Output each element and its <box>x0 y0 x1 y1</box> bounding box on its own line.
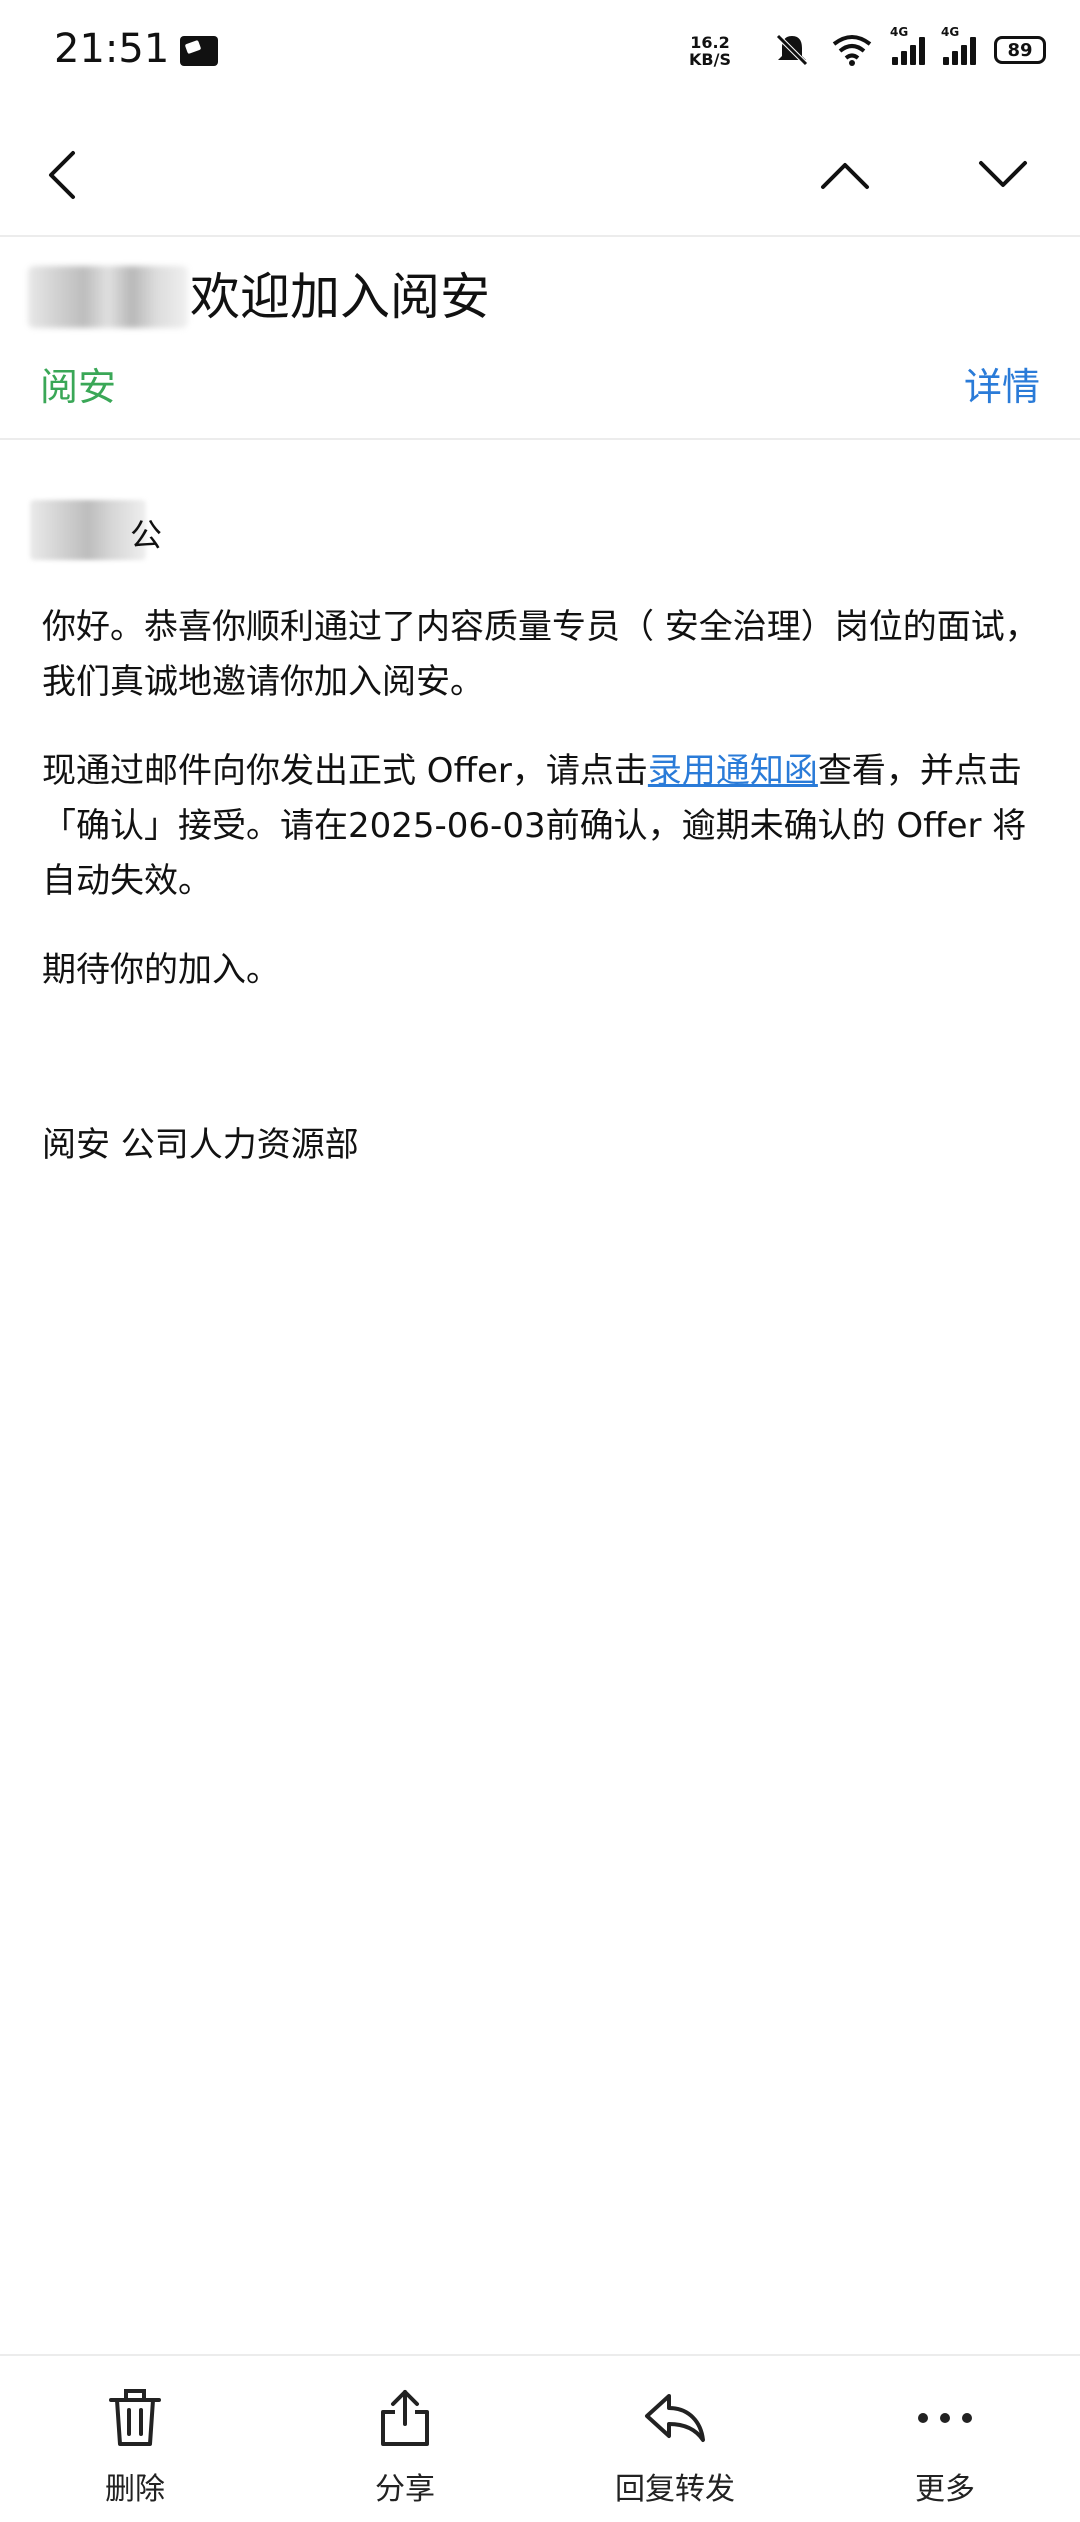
bottom-toolbar: 删除 分享 回复转发 更多 <box>0 2354 1080 2522</box>
share-label: 分享 <box>375 2472 435 2507</box>
redacted-subject-prefix <box>28 266 188 328</box>
network-speed: 16.2 KB/S <box>686 34 734 68</box>
nav-bar <box>0 110 1080 237</box>
redacted-recipient-name <box>30 500 146 560</box>
greeting: 公 <box>30 500 1042 570</box>
share-icon <box>373 2386 437 2450</box>
cellular-signal-icon-2: 4G <box>941 25 976 65</box>
status-bar: 21:51 16.2 KB/S 4G 4G 89 <box>0 0 1080 100</box>
more-button[interactable]: 更多 <box>810 2356 1080 2522</box>
signal-tag: 4G <box>890 25 909 39</box>
paragraph-offer: 现通过邮件向你发出正式 Offer，请点击录用通知函查看，并点击「确认」接受。请… <box>42 744 1042 909</box>
delete-label: 删除 <box>105 2472 165 2507</box>
more-dots-icon <box>913 2386 977 2450</box>
wifi-icon <box>832 35 872 66</box>
greeting-suffix: 公 <box>130 516 163 554</box>
reply-icon <box>643 2386 707 2450</box>
paragraph-closing: 期待你的加入。 <box>42 950 280 990</box>
email-body: 公 你好。恭喜你顺利通过了内容质量专员（ 安全治理）岗位的面试，我们真诚地邀请你… <box>30 500 1042 1207</box>
chevron-down-icon <box>979 161 1027 187</box>
previous-email-button[interactable] <box>810 140 880 210</box>
signal-tag-2: 4G <box>941 25 960 39</box>
reply-forward-label: 回复转发 <box>615 2472 735 2507</box>
details-link[interactable]: 详情 <box>964 356 1040 411</box>
status-time: 21:51 <box>54 26 170 72</box>
gallery-notification-icon <box>180 36 218 66</box>
trash-icon <box>103 2386 167 2450</box>
next-email-button[interactable] <box>968 140 1038 210</box>
status-icons: 4G 4G 89 <box>772 25 1046 70</box>
sender-name[interactable]: 阅安 <box>40 356 116 411</box>
offer-letter-link[interactable]: 录用通知函 <box>648 751 818 791</box>
paragraph-congrats: 你好。恭喜你顺利通过了内容质量专员（ 安全治理）岗位的面试，我们真诚地邀请你加入… <box>42 607 1039 702</box>
chevron-up-icon <box>821 163 869 189</box>
back-button[interactable] <box>28 140 98 210</box>
delete-button[interactable]: 删除 <box>0 2356 270 2522</box>
network-speed-value: 16.2 <box>690 33 730 52</box>
signature: 阅安 公司人力资源部 <box>42 1125 359 1165</box>
more-label: 更多 <box>915 2472 975 2507</box>
reply-forward-button[interactable]: 回复转发 <box>540 2356 810 2522</box>
network-speed-unit: KB/S <box>689 50 731 69</box>
cellular-signal-icon: 4G <box>890 25 925 65</box>
email-header: 欢迎加入阅安 阅安 详情 <box>0 236 1080 440</box>
back-arrow-icon <box>49 151 75 199</box>
battery-icon: 89 <box>994 36 1046 64</box>
email-subject: 欢迎加入阅安 <box>190 268 490 326</box>
offer-text-before: 现通过邮件向你发出正式 Offer，请点击 <box>42 751 648 791</box>
share-button[interactable]: 分享 <box>270 2356 540 2522</box>
mute-icon <box>776 34 808 66</box>
